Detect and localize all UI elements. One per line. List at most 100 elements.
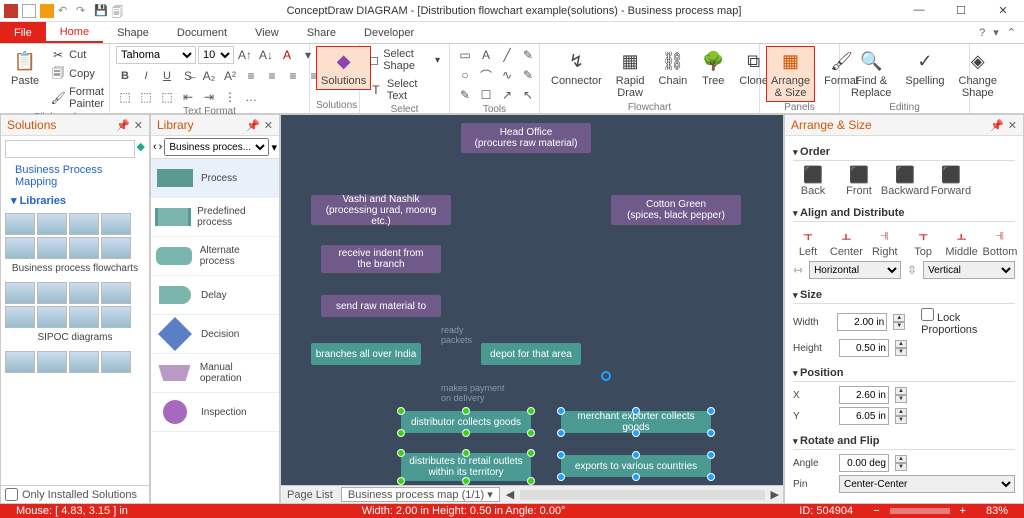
lib-thumb[interactable] [5, 237, 35, 259]
lib-item-process[interactable]: Process [151, 159, 279, 198]
height-up[interactable]: ▲ [895, 340, 907, 348]
bullets-icon[interactable]: ⋮ [221, 88, 239, 106]
chain-button[interactable]: ⛓Chain [654, 46, 693, 90]
align-center-icon[interactable]: ≡ [263, 67, 281, 85]
tool-curve-icon[interactable]: ∿ [498, 66, 516, 84]
tool-line-icon[interactable]: ╱ [498, 46, 516, 64]
y-up[interactable]: ▲ [895, 408, 907, 416]
lib-thumb[interactable] [37, 351, 67, 373]
align-left-button[interactable]: ⫟Left [793, 226, 823, 258]
node-receive[interactable]: receive indent from the branch [321, 245, 441, 273]
tool-ellipse-icon[interactable]: ○ [456, 66, 474, 84]
node-branches[interactable]: branches all over India [311, 343, 421, 365]
only-installed-checkbox[interactable] [5, 488, 18, 501]
select-text-button[interactable]: TSelect Text [366, 76, 443, 104]
lock-proportions-checkbox[interactable] [921, 308, 934, 321]
copy-button[interactable]: 🗐Copy [48, 65, 107, 83]
lib-thumb[interactable] [5, 213, 35, 235]
position-section-header[interactable]: Position [793, 365, 1015, 382]
tool-arrow-icon[interactable]: ↗ [498, 86, 516, 104]
pin-select[interactable]: Center-Center [839, 475, 1015, 493]
lib-prev-icon[interactable]: ‹ [153, 141, 157, 153]
height-input[interactable] [839, 339, 889, 357]
lib-thumb[interactable] [37, 282, 67, 304]
scroll-left-icon[interactable]: ◀ [502, 488, 518, 501]
align-section-header[interactable]: Align and Distribute [793, 205, 1015, 222]
pin-icon[interactable]: 📌 [990, 119, 1004, 132]
tool-stamp-icon[interactable]: ☐ [477, 86, 495, 104]
collapse-ribbon-icon[interactable]: ⌃ [1007, 26, 1016, 39]
width-input[interactable] [837, 313, 887, 331]
font-size-select[interactable]: 10 [198, 46, 234, 64]
height-down[interactable]: ▼ [895, 348, 907, 356]
more-text-icon[interactable]: … [242, 88, 260, 106]
italic-icon[interactable]: I [137, 67, 155, 85]
angle-input[interactable] [839, 454, 889, 472]
zoom-slider[interactable] [890, 508, 950, 514]
help-icon[interactable]: ? [979, 27, 985, 39]
shrink-font-icon[interactable]: A↓ [257, 46, 275, 64]
lib-thumb[interactable] [69, 237, 99, 259]
view-tab[interactable]: View [241, 22, 293, 43]
align-bottom-button[interactable]: ⫣Bottom [985, 226, 1015, 258]
valign-mid-icon[interactable]: ⬚ [137, 88, 155, 106]
paste-button[interactable]: 📋Paste [6, 46, 44, 90]
connector-button[interactable]: ↯Connector [546, 46, 607, 90]
open-icon[interactable] [40, 4, 54, 18]
solution-link[interactable]: Business Process Mapping [5, 162, 145, 190]
share-tab[interactable]: Share [293, 22, 350, 43]
scroll-right-icon[interactable]: ▶ [767, 488, 783, 501]
close-panel-icon[interactable]: ✕ [1008, 119, 1017, 132]
shape-tab[interactable]: Shape [103, 22, 163, 43]
solutions-search-input[interactable] [5, 140, 135, 158]
y-input[interactable] [839, 407, 889, 425]
tool-arc-icon[interactable]: ⌒ [477, 66, 495, 84]
valign-bot-icon[interactable]: ⬚ [158, 88, 176, 106]
libraries-header[interactable]: Libraries [5, 190, 145, 209]
superscript-icon[interactable]: A² [221, 67, 239, 85]
format-painter-button[interactable]: 🖌Format Painter [48, 84, 107, 112]
lib-thumb[interactable] [69, 282, 99, 304]
indent-left-icon[interactable]: ⇤ [179, 88, 197, 106]
lib-thumb[interactable] [37, 306, 67, 328]
bring-front-button[interactable]: ⬛Front [839, 165, 879, 197]
file-tab[interactable]: File [0, 22, 46, 43]
close-panel-icon[interactable]: ✕ [134, 119, 143, 132]
tool-text-icon[interactable]: A [477, 46, 495, 64]
rotate-handle[interactable] [601, 371, 611, 381]
lib-thumb[interactable] [5, 351, 35, 373]
y-down[interactable]: ▼ [895, 416, 907, 424]
lib-thumb[interactable] [37, 237, 67, 259]
search-go-icon[interactable]: ◆ [137, 140, 145, 162]
align-left-icon[interactable]: ≡ [242, 67, 260, 85]
underline-icon[interactable]: U [158, 67, 176, 85]
undo-icon[interactable]: ↶ [58, 4, 72, 18]
arrange-size-button[interactable]: ▦Arrange & Size [766, 46, 815, 102]
x-down[interactable]: ▼ [895, 395, 907, 403]
lib-menu-icon[interactable]: ▾ [271, 141, 277, 154]
align-right-icon[interactable]: ≡ [284, 67, 302, 85]
order-section-header[interactable]: Order [793, 144, 1015, 161]
angle-up[interactable]: ▲ [895, 455, 907, 463]
x-up[interactable]: ▲ [895, 387, 907, 395]
minimize-button[interactable]: — [902, 4, 936, 17]
bring-forward-button[interactable]: ⬛Forward [931, 165, 971, 197]
tool-pointer-icon[interactable]: ↖ [519, 86, 537, 104]
font-family-select[interactable]: Tahoma [116, 46, 196, 64]
developer-tab[interactable]: Developer [350, 22, 428, 43]
save-icon[interactable]: 💾 [94, 4, 108, 18]
valign-top-icon[interactable]: ⬚ [116, 88, 134, 106]
strike-icon[interactable]: S̶ [179, 67, 197, 85]
tool-pencil-icon[interactable]: ✎ [456, 86, 474, 104]
zoom-out-icon[interactable]: − [863, 505, 889, 517]
lib-thumb[interactable] [5, 306, 35, 328]
lib-thumb[interactable] [101, 213, 131, 235]
send-backward-button[interactable]: ⬛Backward [885, 165, 925, 197]
lib-thumb[interactable] [5, 282, 35, 304]
document-tab[interactable]: Document [163, 22, 241, 43]
lib-thumb[interactable] [101, 306, 131, 328]
lib-item-inspection[interactable]: Inspection [151, 393, 279, 432]
find-replace-button[interactable]: 🔍Find & Replace [846, 46, 896, 102]
tree-button[interactable]: 🌳Tree [696, 46, 730, 90]
close-panel-icon[interactable]: ✕ [264, 119, 273, 132]
